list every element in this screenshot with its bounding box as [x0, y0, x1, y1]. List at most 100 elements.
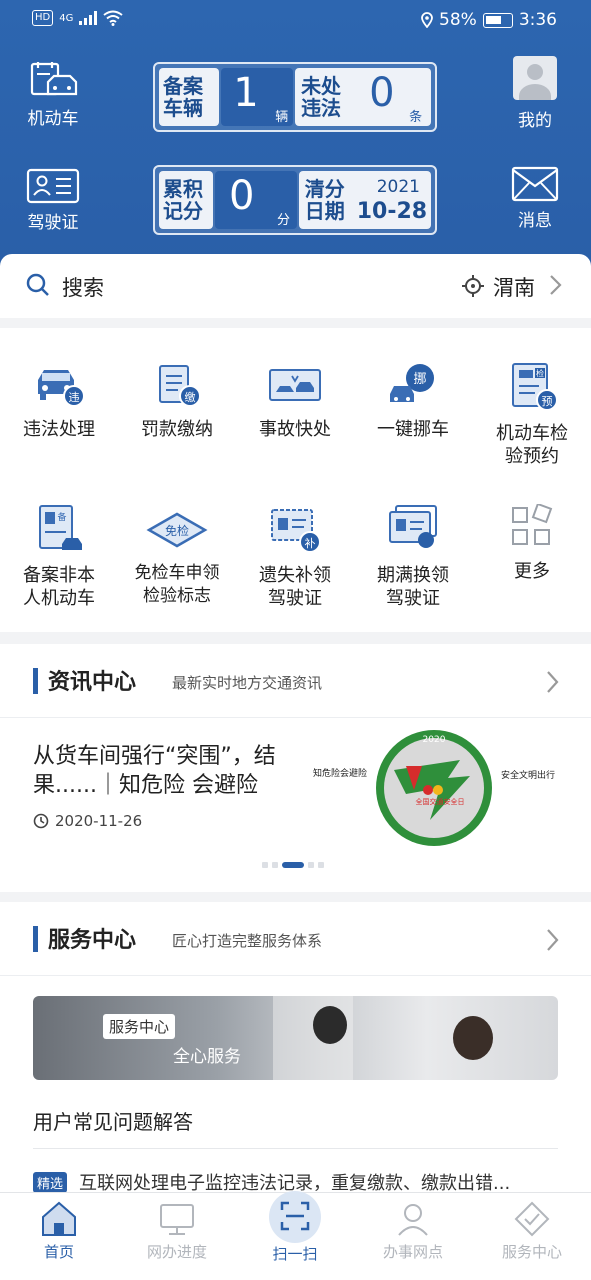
chevron-right-icon[interactable] — [545, 670, 559, 694]
divider — [33, 1148, 558, 1149]
clear-label-2: 日期 — [304, 199, 345, 223]
section-accent-bar — [33, 926, 38, 952]
service-label: 事故快处 — [259, 419, 331, 440]
service-label: 违法处理 — [23, 419, 95, 440]
chevron-right-icon[interactable] — [545, 928, 559, 952]
service-center-subtitle: 匠心打造完整服务体系 — [172, 932, 323, 950]
violation-count: 0 — [369, 70, 395, 116]
tab-label: 首页 — [43, 1243, 74, 1261]
service-label: 遗失补领 驾驶证 — [259, 565, 331, 609]
app-screen: { "status_bar": { "network": "HD", "sign… — [0, 0, 591, 1280]
traffic-safety-logo: 2020 全国交通安全日 知危险会避险 安全文明出行 — [313, 730, 555, 846]
battery-percent: 58% — [439, 10, 477, 30]
clear-year: 2021 — [376, 177, 420, 197]
me-label: 我的 — [518, 111, 552, 131]
chevron-right-icon[interactable] — [548, 274, 562, 296]
search-bar[interactable]: 搜索 渭南 — [0, 254, 591, 318]
service-lost-license[interactable]: 补 遗失补领 驾驶证 — [236, 504, 354, 610]
news-subtitle: 最新实时地方交通资讯 — [172, 674, 323, 692]
svg-text:挪: 挪 — [413, 372, 426, 387]
points-unit: 分 — [277, 213, 291, 228]
service-center-header[interactable]: 服务中心 匠心打造完整服务体系 — [0, 902, 591, 976]
svg-text:全国交通安全日: 全国交通安全日 — [416, 797, 465, 806]
scan-button[interactable] — [269, 1191, 321, 1243]
service-exempt-label[interactable]: 免检 免检车申领 检验标志 — [118, 504, 236, 608]
vehicle-summary-panel[interactable]: 备案 车辆 1 辆 未处 违法 0 条 — [153, 62, 437, 132]
service-label: 备案非本 人机动车 — [23, 565, 95, 609]
more-grid-icon — [512, 504, 553, 545]
registered-label-2: 车辆 — [163, 96, 203, 120]
carousel-dot-active[interactable] — [282, 862, 304, 868]
service-renew-license[interactable]: 期满换领 驾驶证 — [354, 504, 472, 610]
news-image[interactable]: 2020 全国交通安全日 知危险会避险 安全文明出行 — [310, 730, 560, 846]
svg-text:备: 备 — [57, 511, 66, 523]
monitor-icon — [160, 1204, 194, 1235]
banner-tag: 服务中心 — [103, 1014, 176, 1039]
tab-service-point[interactable]: 办事网点 — [354, 1199, 472, 1262]
vehicle-label: 机动车 — [27, 109, 79, 129]
license-entry[interactable]: 驾驶证 — [8, 168, 98, 233]
service-label: 罚款缴纳 — [141, 419, 213, 440]
violation-unit: 条 — [409, 110, 423, 125]
mail-icon — [511, 166, 559, 202]
carousel-dot[interactable] — [318, 862, 324, 868]
tab-progress[interactable]: 网办进度 — [118, 1199, 236, 1262]
svg-text:检: 检 — [536, 368, 544, 378]
service-label: 期满换领 驾驶证 — [377, 565, 449, 609]
location-selector[interactable]: 渭南 — [493, 272, 535, 302]
header: HD 4G 58% 3:36 机动车 驾驶证 备案 车辆 1 辆 未处 违法 0… — [0, 0, 591, 268]
license-summary-panel[interactable]: 累积 记分 0 分 清分 日期 2021 10-28 — [153, 165, 437, 235]
service-point-icon — [398, 1204, 428, 1236]
service-fine[interactable]: 缴 罚款缴纳 — [118, 362, 236, 441]
vehicle-entry[interactable]: 机动车 — [8, 60, 98, 129]
points-label-2: 记分 — [163, 199, 203, 223]
svg-text:违: 违 — [69, 391, 80, 404]
service-label: 更多 — [514, 561, 550, 582]
battery-icon — [482, 12, 513, 28]
section-accent-bar — [33, 668, 38, 694]
search-icon — [26, 273, 49, 296]
exempt-label-icon: 免检 — [146, 512, 208, 548]
home-icon — [42, 1201, 76, 1236]
tab-label: 网办进度 — [146, 1243, 207, 1261]
me-entry[interactable]: 我的 — [490, 56, 580, 131]
news-headline[interactable]: 从货车间强行“突围”，结果......｜知危险 会避险 — [33, 742, 313, 800]
tab-scan[interactable]: 扫一扫 — [236, 1191, 354, 1264]
message-entry[interactable]: 消息 — [490, 166, 580, 231]
renew-license-icon — [389, 505, 437, 548]
tab-home[interactable]: 首页 — [0, 1199, 118, 1262]
location-pin-icon — [421, 12, 433, 28]
service-accident[interactable]: 事故快处 — [236, 362, 354, 441]
tab-label: 扫一扫 — [272, 1245, 318, 1263]
registered-vehicle-count: 1 — [233, 70, 259, 116]
news-section: 资讯中心 最新实时地方交通资讯 从货车间强行“突围”，结果......｜知危险 … — [0, 644, 591, 892]
clear-label-1: 清分 — [304, 177, 345, 201]
service-label: 机动车检 验预约 — [496, 423, 568, 467]
carousel-dot[interactable] — [308, 862, 314, 868]
banner-text: 全心服务 — [173, 1047, 241, 1067]
search-input[interactable]: 搜索 — [62, 272, 104, 302]
fine-payment-icon: 缴 — [159, 365, 201, 407]
service-center-title: 服务中心 — [48, 928, 137, 953]
svg-text:免检: 免检 — [165, 523, 189, 538]
carousel-indicator[interactable] — [262, 862, 324, 868]
news-header[interactable]: 资讯中心 最新实时地方交通资讯 — [0, 644, 591, 718]
tab-label: 服务中心 — [501, 1243, 562, 1261]
vehicle-icon — [30, 62, 78, 96]
tab-service-center[interactable]: 服务中心 — [473, 1199, 591, 1262]
service-inspection[interactable]: 检 预 机动车检 验预约 — [473, 362, 591, 468]
service-register-vehicle[interactable]: 备 备案非本 人机动车 — [0, 504, 118, 610]
service-banner[interactable]: 服务中心 全心服务 — [33, 996, 558, 1080]
service-violation[interactable]: 违 违法处理 — [0, 362, 118, 441]
violation-label-2: 违法 — [301, 96, 342, 120]
status-bar: HD 4G 58% 3:36 — [0, 0, 591, 40]
carousel-dot[interactable] — [262, 862, 268, 868]
service-move-car[interactable]: 挪 一键挪车 — [354, 362, 472, 441]
carousel-dot[interactable] — [272, 862, 278, 868]
service-more[interactable]: 更多 — [473, 504, 591, 583]
faq-title[interactable]: 用户常见问题解答 — [33, 1106, 193, 1135]
tab-bar: 首页 网办进度 扫一扫 办事网点 服务中心 — [0, 1191, 591, 1280]
network-badge: HD — [32, 10, 54, 26]
move-car-icon: 挪 — [390, 364, 434, 402]
lost-license-icon: 补 — [271, 509, 321, 553]
